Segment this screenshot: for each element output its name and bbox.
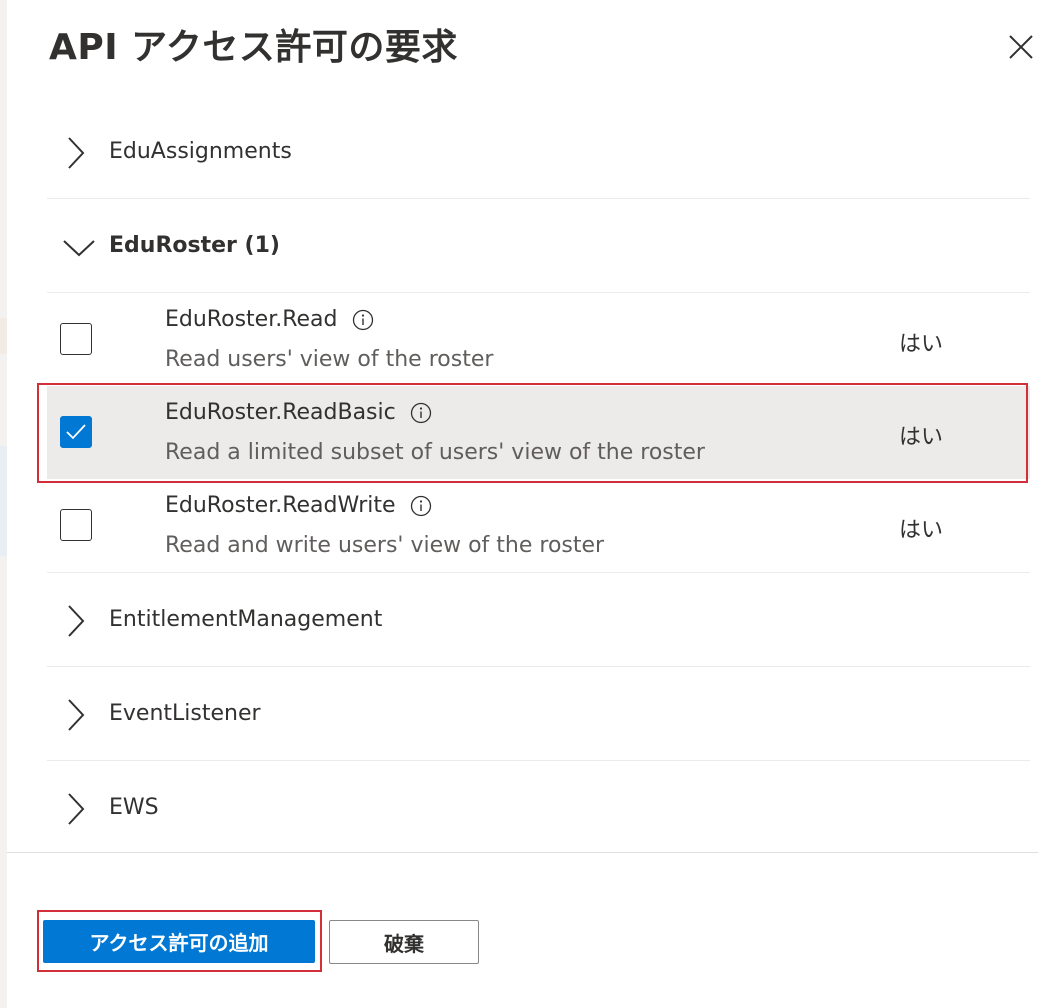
permission-description: Read users' view of the roster: [165, 347, 494, 372]
info-icon[interactable]: [410, 495, 432, 517]
panel-title: API アクセス許可の要求: [49, 27, 458, 68]
group-name: EventListener: [109, 701, 261, 726]
group-row-eventlistener[interactable]: EventListener: [47, 667, 1030, 761]
admin-consent-value: はい: [899, 425, 944, 450]
add-permissions-button[interactable]: アクセス許可の追加: [43, 920, 315, 963]
group-row-eduassignments[interactable]: EduAssignments: [47, 105, 1030, 199]
permission-name: EduRoster.ReadBasic: [165, 400, 396, 425]
group-name: EntitlementManagement: [109, 607, 383, 632]
background-page: [0, 0, 7, 1008]
permission-name: EduRoster.Read: [165, 307, 338, 332]
close-icon: [1009, 35, 1033, 59]
group-name: EWS: [109, 795, 159, 820]
permission-checkbox[interactable]: [60, 416, 92, 448]
info-icon[interactable]: [410, 402, 432, 424]
background-fragment: [0, 446, 7, 556]
group-row-ews[interactable]: EWS: [47, 761, 1030, 854]
permission-row-eduroster-readwrite: EduRoster.ReadWrite Read and write users…: [47, 479, 1030, 573]
group-row-eduroster[interactable]: EduRoster (1): [47, 199, 1030, 293]
permission-name-container: EduRoster.Read: [165, 307, 374, 332]
permission-name: EduRoster.ReadWrite: [165, 493, 396, 518]
permission-description: Read a limited subset of users' view of …: [165, 440, 705, 465]
chevron-right-icon: [68, 137, 85, 169]
permission-checkbox[interactable]: [60, 323, 92, 355]
permission-row-eduroster-readbasic: EduRoster.ReadBasic Read a limited subse…: [47, 386, 1030, 479]
permission-checkbox[interactable]: [60, 509, 92, 541]
permission-group-list: EduAssignments EduRoster (1) EduRoster.R…: [47, 105, 1030, 854]
discard-button[interactable]: 破棄: [329, 920, 479, 964]
group-name: EduAssignments: [109, 139, 292, 164]
admin-consent-value: はい: [899, 518, 944, 543]
chevron-right-icon: [68, 605, 85, 637]
checkmark-icon: [66, 424, 86, 440]
chevron-right-icon: [68, 699, 85, 731]
permission-name-container: EduRoster.ReadBasic: [165, 400, 432, 425]
group-name: EduRoster (1): [109, 233, 280, 258]
close-button[interactable]: [999, 25, 1038, 69]
permission-name-container: EduRoster.ReadWrite: [165, 493, 432, 518]
permission-description: Read and write users' view of the roster: [165, 533, 605, 558]
chevron-down-icon: [63, 240, 95, 257]
background-fragment: [0, 318, 7, 354]
chevron-right-icon: [68, 793, 85, 825]
permission-row-eduroster-read: EduRoster.Read Read users' view of the r…: [47, 293, 1030, 386]
footer-divider: [7, 852, 1038, 853]
admin-consent-value: はい: [899, 332, 944, 357]
info-icon[interactable]: [352, 309, 374, 331]
request-api-permissions-panel: API アクセス許可の要求 EduAssignments EduRoster (…: [7, 0, 1038, 1008]
group-row-entitlementmanagement[interactable]: EntitlementManagement: [47, 573, 1030, 667]
